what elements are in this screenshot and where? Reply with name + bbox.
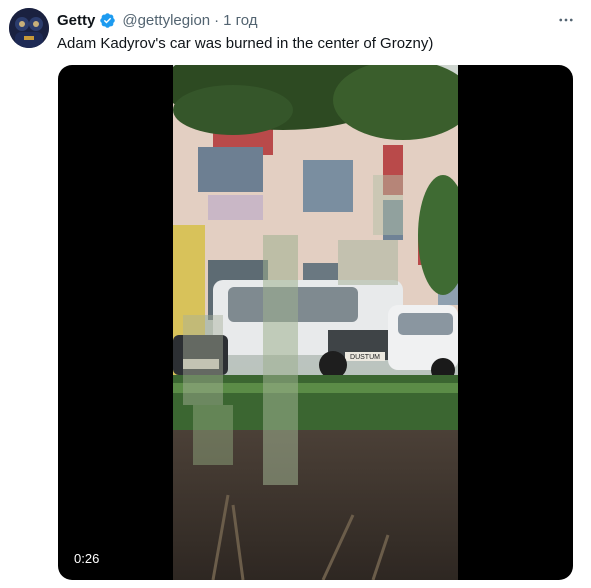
tweet[interactable]: Getty @gettylegion · 1 год Adam Kadyrov'… <box>0 0 591 588</box>
avatar-image <box>9 8 49 48</box>
timestamp[interactable]: 1 год <box>223 12 257 29</box>
handle[interactable]: @gettylegion <box>122 12 210 29</box>
separator-dot: · <box>214 11 220 29</box>
tweet-header: Getty @gettylegion · 1 год <box>57 11 258 29</box>
more-horizontal-icon <box>559 18 573 22</box>
verified-badge-icon <box>99 12 116 29</box>
tweet-text: Adam Kadyrov's car was burned in the cen… <box>57 35 434 52</box>
avatar[interactable] <box>9 8 49 48</box>
video-duration: 0:26 <box>68 549 106 568</box>
video-player[interactable]: DUSTUM 0:26 <box>58 65 573 580</box>
video-frame: DUSTUM <box>173 65 458 580</box>
more-button[interactable] <box>556 10 576 30</box>
license-plate: DUSTUM <box>350 354 380 361</box>
display-name[interactable]: Getty <box>57 12 95 29</box>
